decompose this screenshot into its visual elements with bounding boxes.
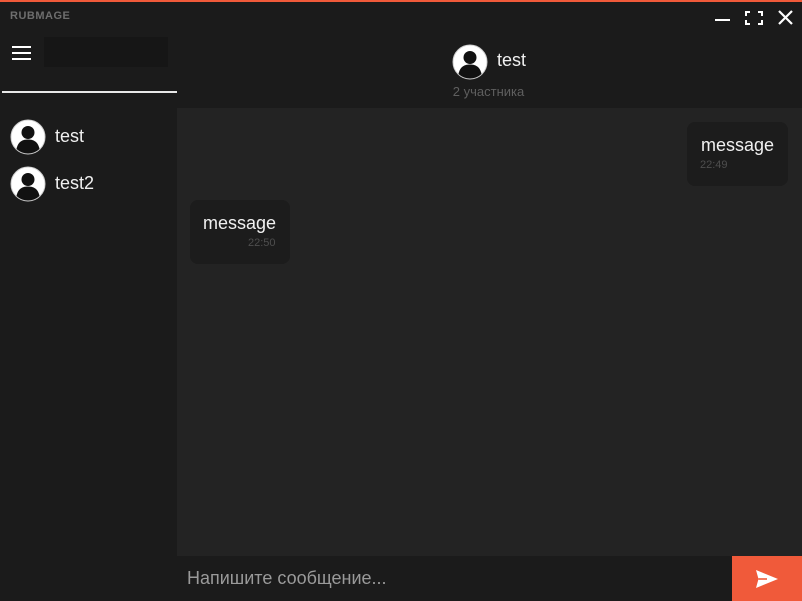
message-text: message — [203, 213, 277, 233]
chat-header[interactable]: test 2 участника — [177, 33, 802, 108]
chat-list: test test2 — [0, 113, 177, 207]
minimize-button[interactable] — [710, 6, 736, 30]
hamburger-menu-icon — [12, 46, 31, 60]
search-input[interactable] — [44, 37, 168, 67]
send-icon — [756, 570, 778, 588]
app-window: RUBMAGE test test2 test 2 участника mess… — [0, 0, 802, 601]
chat-title: test — [497, 50, 527, 70]
close-button[interactable] — [773, 6, 799, 30]
members-count: 2 участника — [452, 84, 525, 99]
message-time: 22:50 — [248, 237, 276, 249]
chat-item-test2[interactable]: test2 — [0, 160, 177, 207]
sidebar-divider — [2, 91, 177, 93]
user-avatar-icon — [10, 166, 46, 202]
composer — [177, 556, 802, 601]
title-bar[interactable]: RUBMAGE — [0, 2, 802, 33]
maximize-button[interactable] — [741, 6, 767, 30]
message-input[interactable] — [177, 556, 732, 601]
menu-button[interactable] — [8, 41, 36, 67]
chat-name: test — [55, 126, 85, 146]
user-avatar-icon — [452, 44, 488, 80]
close-icon — [778, 10, 793, 25]
app-title: RUBMAGE — [10, 10, 71, 22]
send-button[interactable] — [732, 556, 802, 601]
minimize-icon — [715, 19, 730, 21]
message-text: message — [701, 135, 775, 155]
sidebar: test test2 — [0, 33, 177, 601]
message-time: 22:49 — [700, 159, 728, 171]
outgoing-message: message 22:49 — [687, 122, 788, 186]
message-area: message 22:49 message 22:50 — [177, 108, 802, 556]
user-avatar-icon — [10, 119, 46, 155]
maximize-icon — [745, 11, 763, 25]
chat-name: test2 — [55, 173, 95, 193]
incoming-message: message 22:50 — [190, 200, 290, 264]
chat-item-test[interactable]: test — [0, 113, 177, 160]
